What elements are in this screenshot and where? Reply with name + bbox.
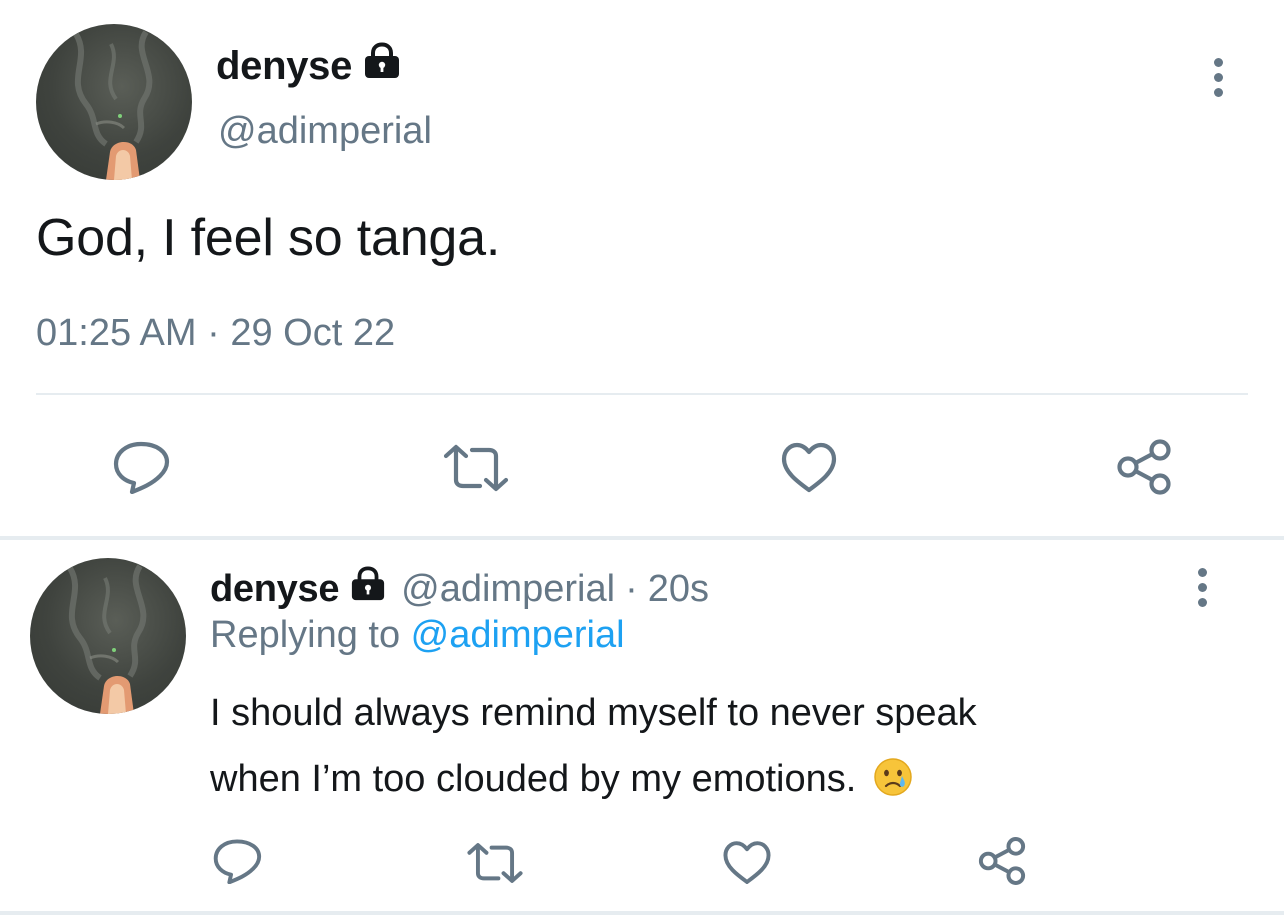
handle[interactable]: @adimperial	[218, 110, 432, 153]
reply-header: denyse @adimperial · 20s	[210, 566, 709, 612]
display-name[interactable]: denyse	[216, 42, 402, 90]
reply-icon[interactable]	[212, 838, 262, 884]
lock-icon	[349, 566, 387, 612]
replying-to: Replying to @adimperial	[210, 614, 625, 657]
more-vertical-icon[interactable]	[1214, 58, 1223, 97]
replying-to-link[interactable]: @adimperial	[411, 614, 625, 656]
tweet-text: God, I feel so tanga.	[36, 209, 501, 267]
lock-icon	[362, 42, 402, 90]
display-name-text: denyse	[216, 43, 353, 88]
separator: ·	[625, 567, 638, 610]
heart-icon[interactable]	[722, 840, 772, 886]
tweet-thread: denyse @adimperial God, I feel so tanga.…	[0, 0, 1284, 915]
crying-face-emoji	[873, 752, 913, 818]
handle[interactable]: @adimperial	[401, 568, 615, 611]
share-icon[interactable]	[976, 836, 1028, 886]
tweet-text: I should always remind myself to never s…	[210, 680, 1210, 818]
tweet-timestamp[interactable]: 01:25 AM · 29 Oct 22	[36, 312, 395, 355]
tweet-text-line: I should always remind myself to never s…	[210, 692, 977, 734]
avatar-image	[73, 30, 153, 180]
avatar[interactable]	[30, 558, 186, 714]
tweet-text-line-2: when I’m too clouded by my emotions.	[210, 746, 1210, 818]
tweet-text-line: when I’m too clouded by my emotions.	[210, 758, 857, 800]
reply-icon[interactable]	[112, 440, 170, 494]
share-icon[interactable]	[1114, 438, 1174, 496]
avatar-image	[67, 564, 147, 714]
replying-prefix: Replying to	[210, 614, 411, 656]
display-name[interactable]: denyse	[210, 568, 339, 611]
divider	[0, 911, 1284, 915]
more-vertical-icon[interactable]	[1198, 568, 1207, 607]
main-tweet: denyse @adimperial God, I feel so tanga.…	[0, 0, 1284, 538]
divider	[0, 536, 1284, 540]
tweet-time[interactable]: 20s	[648, 568, 709, 611]
heart-icon[interactable]	[780, 442, 838, 494]
retweet-icon[interactable]	[466, 842, 524, 884]
avatar[interactable]	[36, 24, 192, 180]
divider	[36, 393, 1248, 395]
retweet-icon[interactable]	[442, 444, 510, 492]
